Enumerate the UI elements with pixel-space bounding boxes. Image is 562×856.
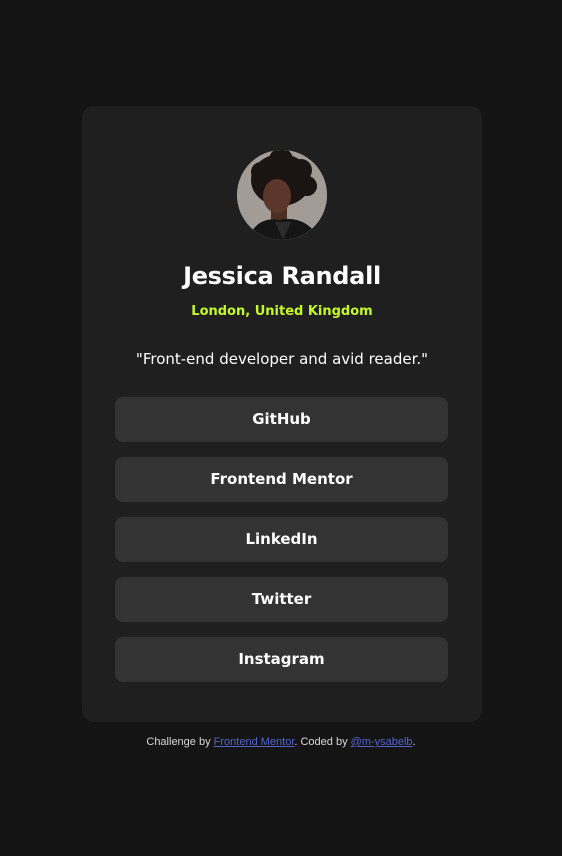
frontend-mentor-link-button[interactable]: Frontend Mentor bbox=[115, 457, 448, 502]
attribution-footer: Challenge by Frontend Mentor. Coded by @… bbox=[0, 736, 562, 748]
challenge-link[interactable]: Frontend Mentor bbox=[214, 736, 295, 748]
instagram-link-button[interactable]: Instagram bbox=[115, 637, 448, 682]
portrait-photo-icon bbox=[237, 150, 327, 240]
footer-prefix: Challenge by bbox=[146, 736, 214, 748]
profile-bio: "Front-end developer and avid reader." bbox=[135, 350, 429, 368]
profile-card: Jessica Randall London, United Kingdom "… bbox=[82, 106, 482, 722]
profile-location: London, United Kingdom bbox=[191, 304, 373, 319]
social-links: GitHub Frontend Mentor LinkedIn Twitter … bbox=[115, 397, 448, 697]
github-link-button[interactable]: GitHub bbox=[115, 397, 448, 442]
twitter-link-button[interactable]: Twitter bbox=[115, 577, 448, 622]
linkedin-link-button[interactable]: LinkedIn bbox=[115, 517, 448, 562]
profile-name: Jessica Randall bbox=[183, 262, 381, 290]
author-link[interactable]: @m-ysabelb bbox=[351, 736, 413, 748]
footer-suffix: . bbox=[412, 736, 416, 748]
avatar bbox=[237, 150, 327, 240]
footer-middle: . Coded by bbox=[294, 736, 351, 748]
